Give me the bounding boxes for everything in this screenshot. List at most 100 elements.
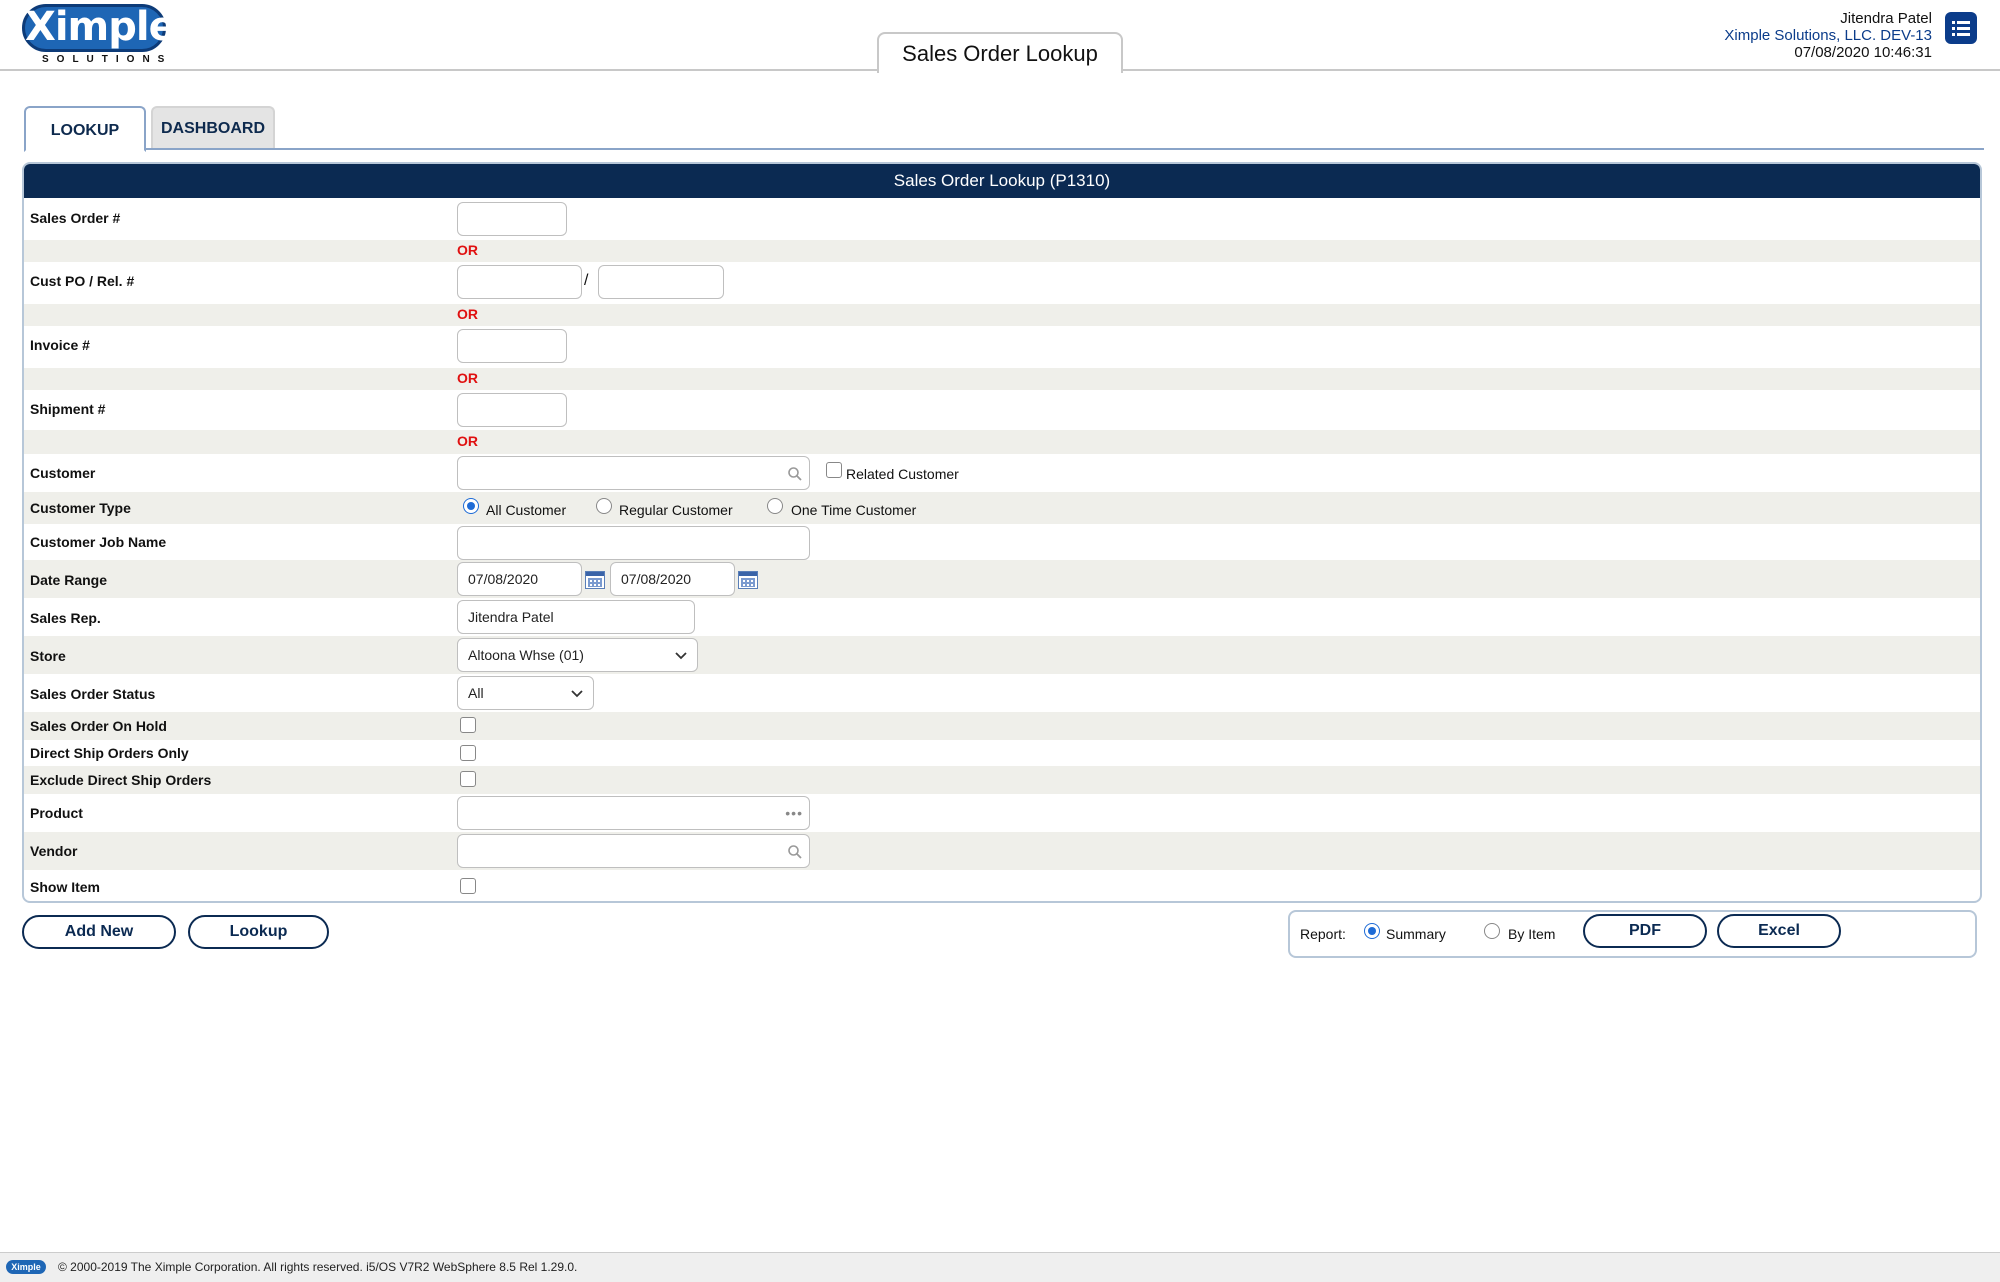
status-select[interactable]: All [457,676,594,710]
calendar-icon[interactable] [738,571,758,589]
row-status: Sales Order Status All [24,674,1980,712]
job-name-input[interactable] [457,526,810,560]
release-input[interactable] [598,265,724,299]
user-info: Jitendra Patel Ximple Solutions, LLC. DE… [1724,10,1932,61]
product-label: Product [30,805,83,821]
vendor-input[interactable] [457,834,810,868]
chevron-down-icon [675,639,687,671]
store-select[interactable]: Altoona Whse (01) [457,638,698,672]
form-title: Sales Order Lookup (P1310) [24,164,1980,198]
all-customer-label: All Customer [486,502,567,518]
tab-dashboard[interactable]: DASHBOARD [151,106,275,150]
or-label: OR [457,433,478,449]
store-label: Store [30,648,66,664]
show-item-checkbox[interactable] [460,878,476,894]
sales-order-label: Sales Order # [30,210,121,226]
lookup-form-panel: Sales Order Lookup (P1310) Sales Order #… [22,162,1982,903]
list-menu-icon[interactable] [1945,12,1977,44]
page-title-tab: Sales Order Lookup [877,32,1123,73]
one-time-customer-label: One Time Customer [791,502,917,518]
product-input[interactable]: ••• [457,796,810,830]
or-label: OR [457,370,478,386]
tab-lookup[interactable]: LOOKUP [24,106,146,152]
row-vendor: Vendor [24,832,1980,870]
radio-regular-customer[interactable] [596,498,612,514]
chevron-down-icon [571,677,583,709]
row-or-1: OR [24,240,1980,262]
row-product: Product ••• [24,794,1980,832]
store-value: Altoona Whse (01) [468,647,584,663]
row-exclude-direct: Exclude Direct Ship Orders [24,766,1980,794]
search-icon[interactable] [787,835,803,872]
vendor-label: Vendor [30,843,78,859]
row-direct-ship: Direct Ship Orders Only [24,740,1980,766]
sales-order-input[interactable] [457,202,567,236]
ellipsis-icon[interactable]: ••• [785,797,803,829]
tabs-divider [24,148,1984,150]
row-sales-order: Sales Order # [24,198,1980,240]
row-customer-type: Customer Type All Customer Regular Custo… [24,492,1980,524]
related-customer-checkbox[interactable] [826,462,842,478]
or-label: OR [457,242,478,258]
main-tabs: LOOKUP DASHBOARD [24,106,1984,152]
summary-label: Summary [1386,926,1446,942]
search-icon[interactable] [787,457,803,494]
logo-mark: Ximple [22,4,176,52]
job-name-label: Customer Job Name [30,534,167,550]
row-sales-rep: Sales Rep. Jitendra Patel [24,598,1980,636]
radio-summary[interactable] [1364,923,1380,939]
invoice-label: Invoice # [30,337,90,353]
on-hold-checkbox[interactable] [460,717,476,733]
row-or-4: OR [24,430,1980,454]
direct-ship-checkbox[interactable] [460,745,476,761]
date-to-input[interactable]: 07/08/2020 [610,562,735,596]
row-show-item: Show Item [24,870,1980,901]
copyright-text: © 2000-2019 The Ximple Corporation. All … [58,1260,578,1274]
radio-one-time-customer[interactable] [767,498,783,514]
sales-rep-label: Sales Rep. [30,610,101,626]
shipment-label: Shipment # [30,401,106,417]
regular-customer-label: Regular Customer [619,502,733,518]
company-name[interactable]: Ximple Solutions, LLC. DEV-13 [1724,27,1932,44]
by-item-label: By Item [1508,926,1556,942]
row-on-hold: Sales Order On Hold [24,712,1980,740]
report-options-box: Report: Summary By Item PDF Excel [1288,910,1977,958]
exclude-direct-label: Exclude Direct Ship Orders [30,772,212,788]
cust-po-input[interactable] [457,265,582,299]
shipment-input[interactable] [457,393,567,427]
excel-button[interactable]: Excel [1717,914,1841,948]
date-range-label: Date Range [30,572,108,588]
row-job-name: Customer Job Name [24,524,1980,560]
cust-po-label: Cust PO / Rel. # [30,273,135,289]
customer-input[interactable] [457,456,810,490]
logo-subtitle: SOLUTIONS [42,54,173,65]
customer-type-label: Customer Type [30,500,131,516]
ximple-logo[interactable]: Ximple SOLUTIONS [22,4,176,66]
invoice-input[interactable] [457,329,567,363]
page-footer: Ximple © 2000-2019 The Ximple Corporatio… [0,1252,2000,1282]
show-item-label: Show Item [30,879,101,895]
row-shipment: Shipment # [24,390,1980,430]
pdf-button[interactable]: PDF [1583,914,1707,948]
sales-rep-input[interactable]: Jitendra Patel [457,600,695,634]
row-store: Store Altoona Whse (01) [24,636,1980,674]
status-label: Sales Order Status [30,686,156,702]
lookup-button[interactable]: Lookup [188,915,329,949]
row-cust-po: Cust PO / Rel. # / [24,262,1980,304]
row-date-range: Date Range 07/08/2020 07/08/2020 [24,560,1980,598]
status-value: All [468,685,484,701]
row-customer: Customer Related Customer [24,454,1980,492]
related-customer-label: Related Customer [846,466,959,482]
row-or-2: OR [24,304,1980,326]
row-or-3: OR [24,368,1980,390]
slash-separator: / [584,272,589,289]
add-new-button[interactable]: Add New [22,915,176,949]
session-datetime: 07/08/2020 10:46:31 [1794,44,1932,61]
exclude-direct-checkbox[interactable] [460,771,476,787]
app-header: Ximple SOLUTIONS Sales Order Lookup Jite… [0,0,2000,73]
radio-all-customer[interactable] [463,498,479,514]
row-invoice: Invoice # [24,326,1980,368]
radio-by-item[interactable] [1484,923,1500,939]
date-from-input[interactable]: 07/08/2020 [457,562,582,596]
calendar-icon[interactable] [585,571,605,589]
